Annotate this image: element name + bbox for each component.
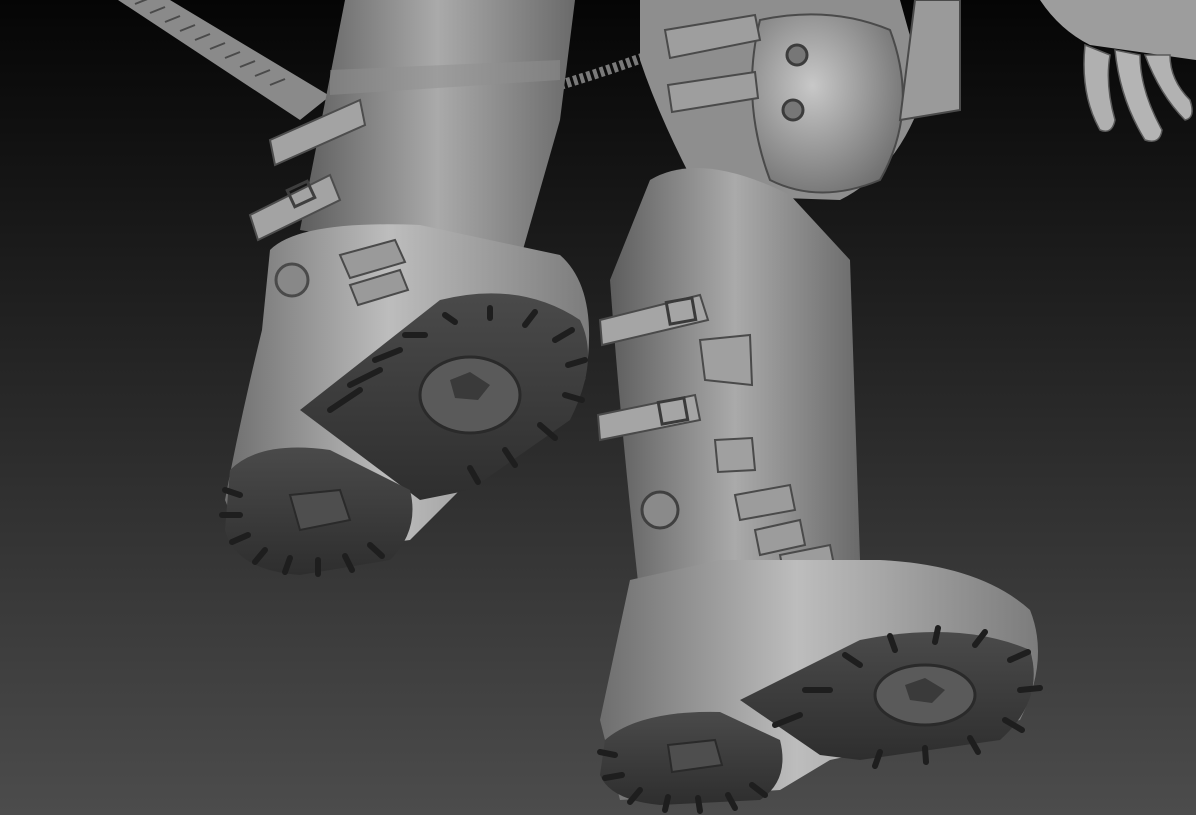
right-boot-shaft [596,168,860,600]
right-ankle-rivet [640,490,680,530]
render-viewport [0,0,1196,815]
sculpt-render [0,0,1196,815]
left-ankle-rivet [274,262,310,298]
